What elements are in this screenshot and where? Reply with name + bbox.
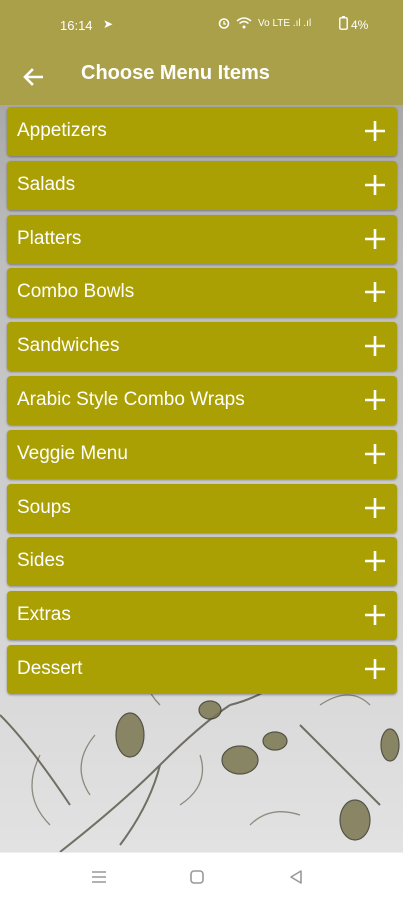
menu-item-label: Dessert bbox=[17, 657, 83, 679]
menu-item-extras[interactable]: Extras bbox=[7, 591, 397, 641]
plus-icon bbox=[365, 605, 385, 626]
plus-icon bbox=[365, 282, 385, 303]
menu-item-appetizers[interactable]: Appetizers bbox=[7, 107, 397, 156]
status-bar: 16:14 ➤ Vo LTE .ıl .ıl 4% bbox=[0, 0, 403, 50]
plus-icon bbox=[365, 658, 385, 679]
menu-item-label: Sandwiches bbox=[17, 335, 120, 357]
status-time: 16:14 bbox=[60, 18, 93, 33]
page-title: Choose Menu Items bbox=[81, 62, 270, 84]
plus-icon bbox=[365, 497, 385, 518]
menu-item-sandwiches[interactable]: Sandwiches bbox=[7, 322, 397, 372]
app-bar: Choose Menu Items bbox=[0, 50, 403, 105]
battery-icon bbox=[339, 16, 348, 33]
menu-item-label: Soups bbox=[17, 496, 71, 518]
system-navigation-bar bbox=[0, 852, 403, 901]
menu-item-label: Combo Bowls bbox=[17, 281, 135, 303]
menu-item-platters[interactable]: Platters bbox=[7, 214, 397, 264]
back-button[interactable] bbox=[16, 60, 50, 94]
plus-icon bbox=[365, 389, 385, 410]
plus-icon bbox=[365, 336, 385, 357]
signal-icons: Vo LTE .ıl .ıl bbox=[258, 18, 312, 29]
home-square-icon[interactable] bbox=[187, 867, 207, 887]
plus-icon bbox=[365, 174, 385, 195]
menu-lines-icon[interactable] bbox=[89, 867, 109, 887]
menu-item-label: Extras bbox=[17, 604, 71, 626]
alarm-icon bbox=[218, 17, 230, 32]
menu-item-salads[interactable]: Salads bbox=[7, 160, 397, 210]
menu-item-sides[interactable]: Sides bbox=[7, 537, 397, 587]
back-triangle-icon[interactable] bbox=[286, 867, 306, 887]
telegram-icon: ➤ bbox=[103, 17, 114, 31]
menu-item-arabic-style-combo-wraps[interactable]: Arabic Style Combo Wraps bbox=[7, 375, 397, 425]
menu-item-combo-bowls[interactable]: Combo Bowls bbox=[7, 268, 397, 318]
menu-content: Appetizers Salads Platters Combo Bowls S… bbox=[0, 105, 403, 852]
arrow-left-icon bbox=[23, 68, 43, 86]
plus-icon bbox=[365, 228, 385, 249]
menu-item-label: Sides bbox=[17, 550, 65, 572]
menu-item-dessert[interactable]: Dessert bbox=[7, 644, 397, 694]
menu-item-label: Veggie Menu bbox=[17, 442, 128, 464]
menu-item-label: Arabic Style Combo Wraps bbox=[17, 388, 245, 410]
plus-icon bbox=[365, 551, 385, 572]
menu-item-label: Salads bbox=[17, 173, 76, 195]
menu-item-label: Appetizers bbox=[17, 120, 107, 141]
plus-icon bbox=[365, 443, 385, 464]
wifi-icon bbox=[236, 17, 252, 32]
menu-item-veggie-menu[interactable]: Veggie Menu bbox=[7, 429, 397, 479]
plus-icon bbox=[365, 121, 385, 141]
battery-percent: 4% bbox=[351, 18, 369, 32]
menu-item-label: Platters bbox=[17, 227, 82, 249]
menu-item-soups[interactable]: Soups bbox=[7, 483, 397, 533]
menu-category-list: Appetizers Salads Platters Combo Bowls S… bbox=[7, 107, 397, 699]
